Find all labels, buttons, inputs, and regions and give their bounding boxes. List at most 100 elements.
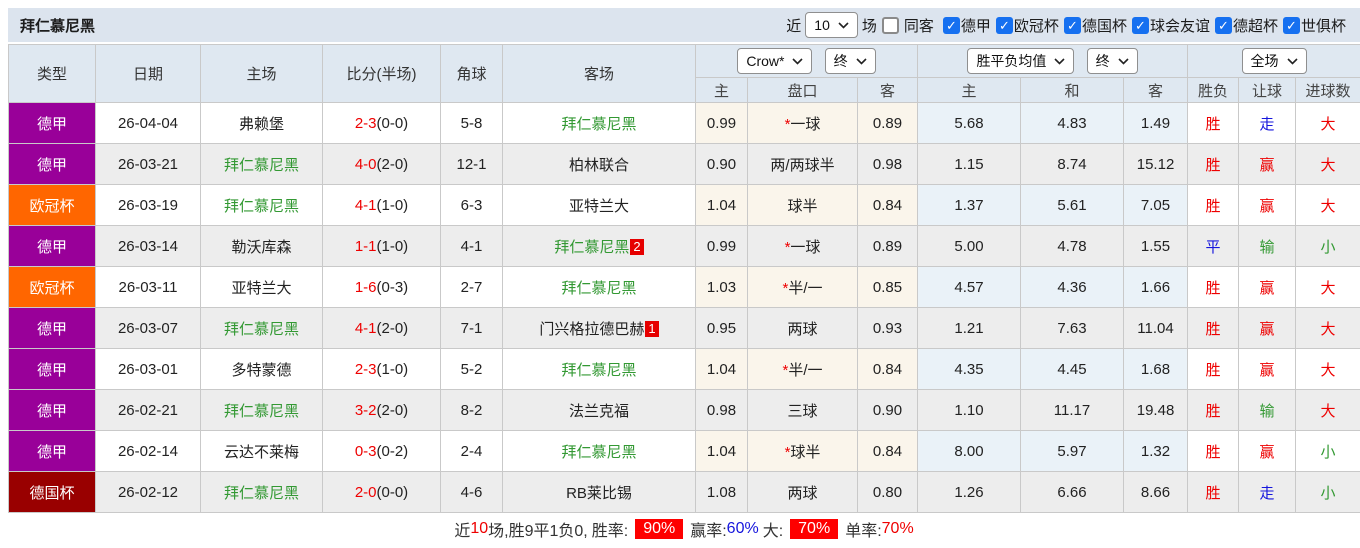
odds-time-select[interactable]: 终 xyxy=(824,48,876,74)
score-half: (2-0) xyxy=(376,319,409,337)
handicap-cell: *一球 xyxy=(747,102,858,144)
handicap-cell: 两球 xyxy=(747,471,858,513)
recent-count-value: 10 xyxy=(814,17,830,33)
score-full: 2-3 xyxy=(354,114,377,132)
away-team-cell: 门兴格拉德巴赫 1 xyxy=(502,307,696,349)
avg-draw-cell: 8.74 xyxy=(1020,143,1125,185)
score-full: 4-1 xyxy=(354,196,377,214)
match-type-cell: 欧冠杯 xyxy=(8,184,96,226)
competition-checkbox[interactable] xyxy=(995,16,1013,34)
goals-result-cell: 大 xyxy=(1295,184,1360,226)
match-type-cell: 德甲 xyxy=(8,430,96,472)
avg-away-cell: 15.12 xyxy=(1123,143,1189,185)
match-row: 德甲 26-03-21 拜仁慕尼黑 4-0(2-0) 12-1 柏林联合 0.9… xyxy=(8,143,1360,185)
footer-recent-count: 10 xyxy=(470,520,489,537)
avg-away-cell: 1.66 xyxy=(1123,266,1189,308)
avg-away-cell: 11.04 xyxy=(1123,307,1189,349)
score-full: 1-1 xyxy=(354,237,377,255)
odds-away-cell: 0.80 xyxy=(856,471,919,513)
avg-draw-cell: 4.45 xyxy=(1020,348,1125,390)
matches-table: 类型 日期 主场 比分(半场) 角球 客场 Crow* 终 胜平负均值 终 全场… xyxy=(8,44,1360,513)
same-venue-checkbox[interactable] xyxy=(881,16,899,34)
scope-select[interactable]: 全场 xyxy=(1241,48,1307,74)
home-team-cell: 勒沃库森 xyxy=(200,225,323,267)
match-row: 欧冠杯 26-03-11 亚特兰大 1-6(0-3) 2-7 拜仁慕尼黑 1.0… xyxy=(8,266,1360,308)
avg-time-select[interactable]: 终 xyxy=(1086,48,1138,74)
corner-cell: 4-1 xyxy=(440,225,503,267)
avg-type-select[interactable]: 胜平负均值 xyxy=(967,48,1075,74)
result-cell: 胜 xyxy=(1187,266,1240,308)
result-cell: 胜 xyxy=(1187,471,1240,513)
match-date-cell: 26-02-12 xyxy=(95,471,201,513)
avg-draw-cell: 4.83 xyxy=(1020,102,1125,144)
handicap-star: * xyxy=(782,279,789,297)
competition-checkbox[interactable] xyxy=(1131,16,1149,34)
footer-win-rate-label: 胜率: xyxy=(591,523,629,540)
match-row: 德甲 26-02-14 云达不莱梅 0-3(0-2) 2-4 拜仁慕尼黑 1.0… xyxy=(8,430,1360,472)
handicap-result-cell: 赢 xyxy=(1238,307,1297,349)
home-team-cell: 拜仁慕尼黑 xyxy=(200,184,323,226)
result-cell: 胜 xyxy=(1187,348,1240,390)
subcol-avg-away: 客 xyxy=(1123,77,1189,103)
score-full: 2-0 xyxy=(354,483,377,501)
avg-home-cell: 4.35 xyxy=(917,348,1022,390)
home-team-cell: 多特蒙德 xyxy=(200,348,323,390)
footer-big-rate-badge: 70% xyxy=(790,519,839,539)
match-row: 德甲 26-04-04 弗赖堡 2-3(0-0) 5-8 拜仁慕尼黑 0.99 … xyxy=(8,102,1360,144)
goals-result-cell: 大 xyxy=(1295,102,1360,144)
titlebar: 拜仁慕尼黑 近 10 场 同客 德甲 欧冠杯 德国杯 球会友谊 德超杯 世俱杯 xyxy=(8,8,1360,42)
odds-home-cell: 1.08 xyxy=(695,471,748,513)
match-type-cell: 德甲 xyxy=(8,389,96,431)
away-team-cell: 亚特兰大 xyxy=(502,184,696,226)
col-header-date: 日期 xyxy=(95,44,201,103)
chevron-down-icon xyxy=(856,57,867,65)
competition-checkbox[interactable] xyxy=(1214,16,1232,34)
match-row: 德甲 26-03-07 拜仁慕尼黑 4-1(2-0) 7-1 门兴格拉德巴赫 1 … xyxy=(8,307,1360,349)
odds-company-select[interactable]: Crow* xyxy=(737,48,813,74)
footer-recent-label: 近 xyxy=(454,523,471,540)
handicap-result-cell: 输 xyxy=(1238,225,1297,267)
red-card-badge: 2 xyxy=(630,238,644,255)
odds-away-cell: 0.89 xyxy=(856,102,919,144)
avg-select-group: 胜平负均值 终 xyxy=(917,44,1189,78)
score-cell: 2-3(0-0) xyxy=(322,102,441,144)
result-cell: 平 xyxy=(1187,225,1240,267)
match-type-cell: 德甲 xyxy=(8,307,96,349)
avg-draw-cell: 4.78 xyxy=(1020,225,1125,267)
goals-result-cell: 小 xyxy=(1295,471,1360,513)
corner-cell: 5-2 xyxy=(440,348,503,390)
footer-odds-rate-label: 赢率: xyxy=(690,523,727,540)
handicap-cell: *一球 xyxy=(747,225,858,267)
col-header-score: 比分(半场) xyxy=(322,44,441,103)
score-cell: 2-3(1-0) xyxy=(322,348,441,390)
subcol-avg-home: 主 xyxy=(917,77,1022,103)
competition-filters: 德甲 欧冠杯 德国杯 球会友谊 德超杯 世俱杯 xyxy=(938,15,1346,36)
recent-count-select[interactable]: 10 xyxy=(805,12,858,38)
subcol-odds-away: 客 xyxy=(856,77,919,103)
score-half: (1-0) xyxy=(376,360,409,378)
score-cell: 4-0(2-0) xyxy=(322,143,441,185)
competition-filter: 德甲 xyxy=(942,15,991,36)
avg-home-cell: 8.00 xyxy=(917,430,1022,472)
home-team-cell: 拜仁慕尼黑 xyxy=(200,471,323,513)
score-half: (0-0) xyxy=(376,114,409,132)
competition-checkbox[interactable] xyxy=(1063,16,1081,34)
competition-label: 世俱杯 xyxy=(1300,17,1346,35)
result-cell: 胜 xyxy=(1187,143,1240,185)
competition-checkbox[interactable] xyxy=(942,16,960,34)
match-type-cell: 德国杯 xyxy=(8,471,96,513)
home-team-cell: 拜仁慕尼黑 xyxy=(200,307,323,349)
footer-record: 场,胜9平1负0, xyxy=(488,523,588,540)
score-half: (1-0) xyxy=(376,237,409,255)
subcol-result: 胜负 xyxy=(1187,77,1240,103)
score-full: 4-0 xyxy=(354,155,377,173)
corner-cell: 12-1 xyxy=(440,143,503,185)
goals-result-cell: 大 xyxy=(1295,307,1360,349)
handicap-cell: 三球 xyxy=(747,389,858,431)
scope-select-group: 全场 xyxy=(1187,44,1360,78)
competition-checkbox[interactable] xyxy=(1282,16,1300,34)
footer-win-rate-badge: 90% xyxy=(635,519,684,539)
corner-cell: 7-1 xyxy=(440,307,503,349)
avg-home-cell: 5.00 xyxy=(917,225,1022,267)
match-table-body: 德甲 26-04-04 弗赖堡 2-3(0-0) 5-8 拜仁慕尼黑 0.99 … xyxy=(8,102,1360,513)
